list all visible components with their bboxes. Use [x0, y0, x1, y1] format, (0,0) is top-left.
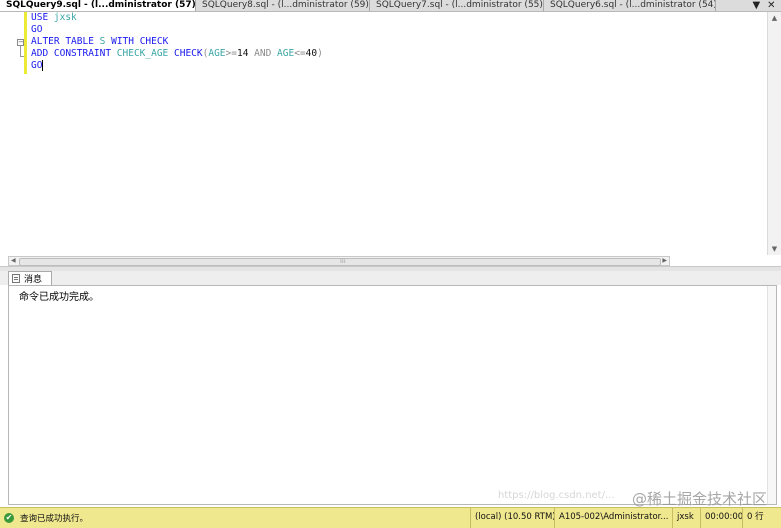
scroll-left-icon[interactable]: ◀: [11, 257, 16, 265]
status-row-count: 0 行: [742, 508, 781, 528]
status-bar: ✔ 查询已成功执行。 (local) (10.50 RTM) A105-002\…: [0, 507, 781, 528]
tab-label: SQLQuery9.sql - (l...dministrator (57))*: [6, 0, 196, 10]
code-token: CHECK: [174, 48, 203, 59]
sql-code[interactable]: USE jxsk GO ALTER TABLE S WITH CHECK ADD CO…: [31, 12, 767, 72]
scroll-up-icon[interactable]: ▲: [768, 12, 781, 24]
tab-list-dropdown-icon[interactable]: ▼: [752, 0, 760, 11]
result-message: 命令已成功完成。: [19, 292, 99, 303]
code-token: 40: [305, 48, 318, 59]
code-token: AGE: [208, 48, 226, 59]
scroll-right-icon[interactable]: ▶: [662, 257, 667, 265]
horizontal-scroll-thumb[interactable]: ⁞⁞⁞: [19, 258, 661, 266]
text-caret: [42, 60, 44, 71]
messages-vertical-scrollbar[interactable]: [767, 286, 776, 504]
watermark: @稀土掘金技术社区: [631, 490, 767, 508]
code-token: ADD CONSTRAINT: [31, 48, 117, 59]
code-token: USE: [31, 12, 54, 23]
code-line[interactable]: ADD CONSTRAINT CHECK_AGE CHECK(AGE>=14 A…: [31, 48, 767, 60]
code-token: GO: [31, 24, 43, 35]
editor-horizontal-scrollbar[interactable]: ◀ ⁞⁞⁞ ▶: [8, 256, 670, 266]
status-user: A105-002\Administrator...: [554, 508, 672, 528]
editor-vertical-scrollbar[interactable]: ▲ ▼: [767, 12, 781, 255]
code-token: CHECK_AGE: [116, 48, 174, 59]
code-token: <=: [294, 48, 306, 59]
query-editor[interactable]: − USE jxsk GO ALTER TABLE S WITH CHECK ADD …: [0, 12, 781, 255]
tab-label: SQLQuery6.sql - (l...dministrator (54))*: [550, 0, 716, 10]
scroll-down-icon[interactable]: ▼: [768, 243, 781, 255]
tab-sqlquery7[interactable]: SQLQuery7.sql - (l...dministrator (55))*: [370, 0, 544, 11]
status-elapsed-time: 00:00:00: [700, 508, 742, 528]
document-tab-strip: SQLQuery9.sql - (l...dministrator (57))*…: [0, 0, 781, 12]
code-line[interactable]: GO: [31, 24, 767, 36]
messages-pane[interactable]: 命令已成功完成。: [8, 285, 777, 505]
tab-messages[interactable]: 消息: [8, 271, 52, 285]
code-token: 14: [236, 48, 255, 59]
messages-tab-label: 消息: [24, 275, 43, 285]
code-token: >=: [225, 48, 237, 59]
fold-guide-end: [20, 56, 24, 57]
results-tab-strip: 消息: [0, 271, 781, 285]
code-line[interactable]: GO: [31, 60, 767, 72]
tab-label: SQLQuery7.sql - (l...dministrator (55))*: [376, 0, 544, 10]
code-line[interactable]: USE jxsk: [31, 12, 767, 24]
code-token: GO: [31, 60, 43, 71]
status-database: jxsk: [672, 508, 700, 528]
change-tracking-bar: [24, 12, 27, 74]
close-tab-icon[interactable]: ✕: [767, 0, 775, 11]
status-message: ✔ 查询已成功执行。: [4, 508, 88, 528]
editor-gutter: −: [0, 12, 30, 255]
watermark-url: https://blog.csdn.net/...: [498, 490, 615, 501]
code-token: ): [317, 48, 323, 59]
status-text: 查询已成功执行。: [20, 514, 89, 524]
tab-sqlquery6[interactable]: SQLQuery6.sql - (l...dministrator (54))*: [544, 0, 716, 11]
tab-label: SQLQuery8.sql - (l...dministrator (59))*: [202, 0, 370, 10]
messages-icon: [12, 274, 20, 283]
fold-collapse-icon[interactable]: −: [17, 39, 24, 46]
code-token: AGE: [277, 48, 295, 59]
tab-tools: ▼ ✕: [749, 0, 779, 11]
tab-sqlquery9[interactable]: SQLQuery9.sql - (l...dministrator (57))*: [0, 0, 196, 11]
code-token: AND: [254, 48, 278, 59]
code-token: jxsk: [53, 12, 77, 23]
code-token: WITH CHECK: [111, 36, 169, 47]
code-token: ALTER TABLE: [31, 36, 100, 47]
tab-sqlquery8[interactable]: SQLQuery8.sql - (l...dministrator (59))*: [196, 0, 370, 11]
success-check-icon: ✔: [4, 513, 14, 523]
code-token: S: [99, 36, 112, 47]
status-server: (local) (10.50 RTM): [470, 508, 554, 528]
scroll-grip-icon: ⁞⁞⁞: [340, 258, 346, 265]
code-line[interactable]: ALTER TABLE S WITH CHECK: [31, 36, 767, 48]
